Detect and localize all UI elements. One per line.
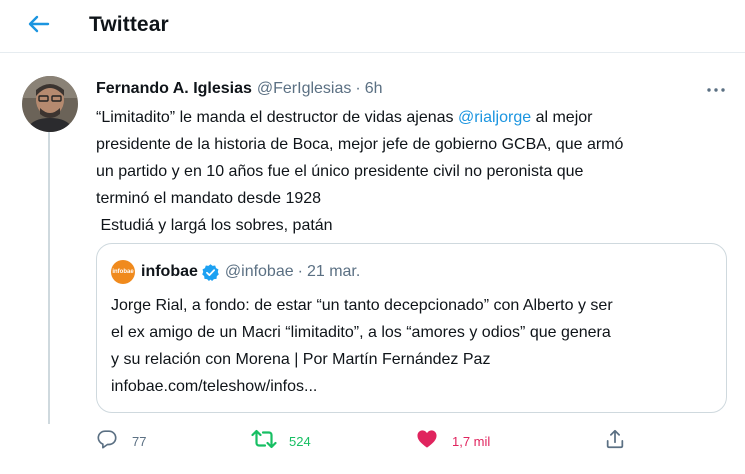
retweet-count: 524 bbox=[289, 433, 311, 449]
like-count: 1,7 mil bbox=[452, 433, 491, 449]
tweet-time[interactable]: 6h bbox=[365, 80, 383, 98]
tweet-header: Fernando A. Iglesias @FerIglesias · 6h bbox=[96, 78, 383, 100]
verified-badge-icon bbox=[201, 263, 220, 282]
separator-dot: · bbox=[355, 80, 361, 97]
retweet-button[interactable]: 524 bbox=[251, 426, 311, 456]
quoted-tweet-header: infobae infobae @infobae · 21 mar. bbox=[111, 260, 360, 284]
quoted-text-line: el ex amigo de un Macri “limitadito”, a … bbox=[111, 324, 611, 341]
heart-filled-icon bbox=[416, 429, 438, 454]
tweet-actions: 77 524 1,7 mil bbox=[96, 426, 736, 456]
quoted-text-line: Jorge Rial, a fondo: de estar “un tanto … bbox=[111, 297, 613, 314]
reply-count: 77 bbox=[132, 433, 147, 449]
quoted-text-line: y su relación con Morena | Por Martín Fe… bbox=[111, 351, 491, 368]
tweet: Fernando A. Iglesias @FerIglesias · 6h “… bbox=[0, 0, 745, 449]
tweet-text-line: un partido y en 10 años fue el único pre… bbox=[96, 163, 584, 180]
author-handle[interactable]: @FerIglesias bbox=[257, 80, 352, 98]
tweet-text-line: Estudiá y largá los sobres, patán bbox=[96, 217, 333, 234]
quoted-tweet[interactable]: infobae infobae @infobae · 21 mar. Jorge… bbox=[96, 243, 727, 413]
quoted-author-name[interactable]: infobae bbox=[141, 263, 198, 281]
quoted-tweet-date[interactable]: 21 mar. bbox=[307, 263, 360, 281]
quoted-author-handle[interactable]: @infobae bbox=[225, 263, 294, 281]
more-button[interactable] bbox=[703, 78, 729, 98]
tweet-text-line: presidente de la historia de Boca, mejor… bbox=[96, 136, 624, 153]
reply-bubble-icon bbox=[96, 428, 118, 455]
share-button[interactable] bbox=[604, 426, 626, 456]
separator-dot: · bbox=[297, 263, 303, 280]
thread-line bbox=[48, 84, 50, 424]
reply-button[interactable]: 77 bbox=[96, 426, 146, 456]
mention-link[interactable]: @rialjorge bbox=[458, 109, 531, 126]
tweet-text-line: terminó el mandato desde 1928 bbox=[96, 190, 322, 207]
retweet-icon bbox=[251, 428, 277, 455]
tweet-text-line: “Limitadito” le manda el destructor de v… bbox=[96, 104, 736, 131]
avatar[interactable] bbox=[22, 76, 78, 132]
quoted-link[interactable]: infobae.com/teleshow/infos... bbox=[111, 373, 721, 400]
quoted-avatar[interactable]: infobae bbox=[111, 260, 135, 284]
like-button[interactable]: 1,7 mil bbox=[416, 426, 490, 456]
author-name[interactable]: Fernando A. Iglesias bbox=[96, 80, 252, 98]
share-icon bbox=[604, 428, 626, 455]
tweet-text-segment: “Limitadito” le manda el destructor de v… bbox=[96, 109, 458, 126]
tweet-text: “Limitadito” le manda el destructor de v… bbox=[96, 104, 736, 239]
quoted-tweet-text: Jorge Rial, a fondo: de estar “un tanto … bbox=[111, 292, 721, 400]
tweet-text-segment: al mejor bbox=[531, 109, 593, 126]
more-dots-icon bbox=[707, 79, 725, 97]
